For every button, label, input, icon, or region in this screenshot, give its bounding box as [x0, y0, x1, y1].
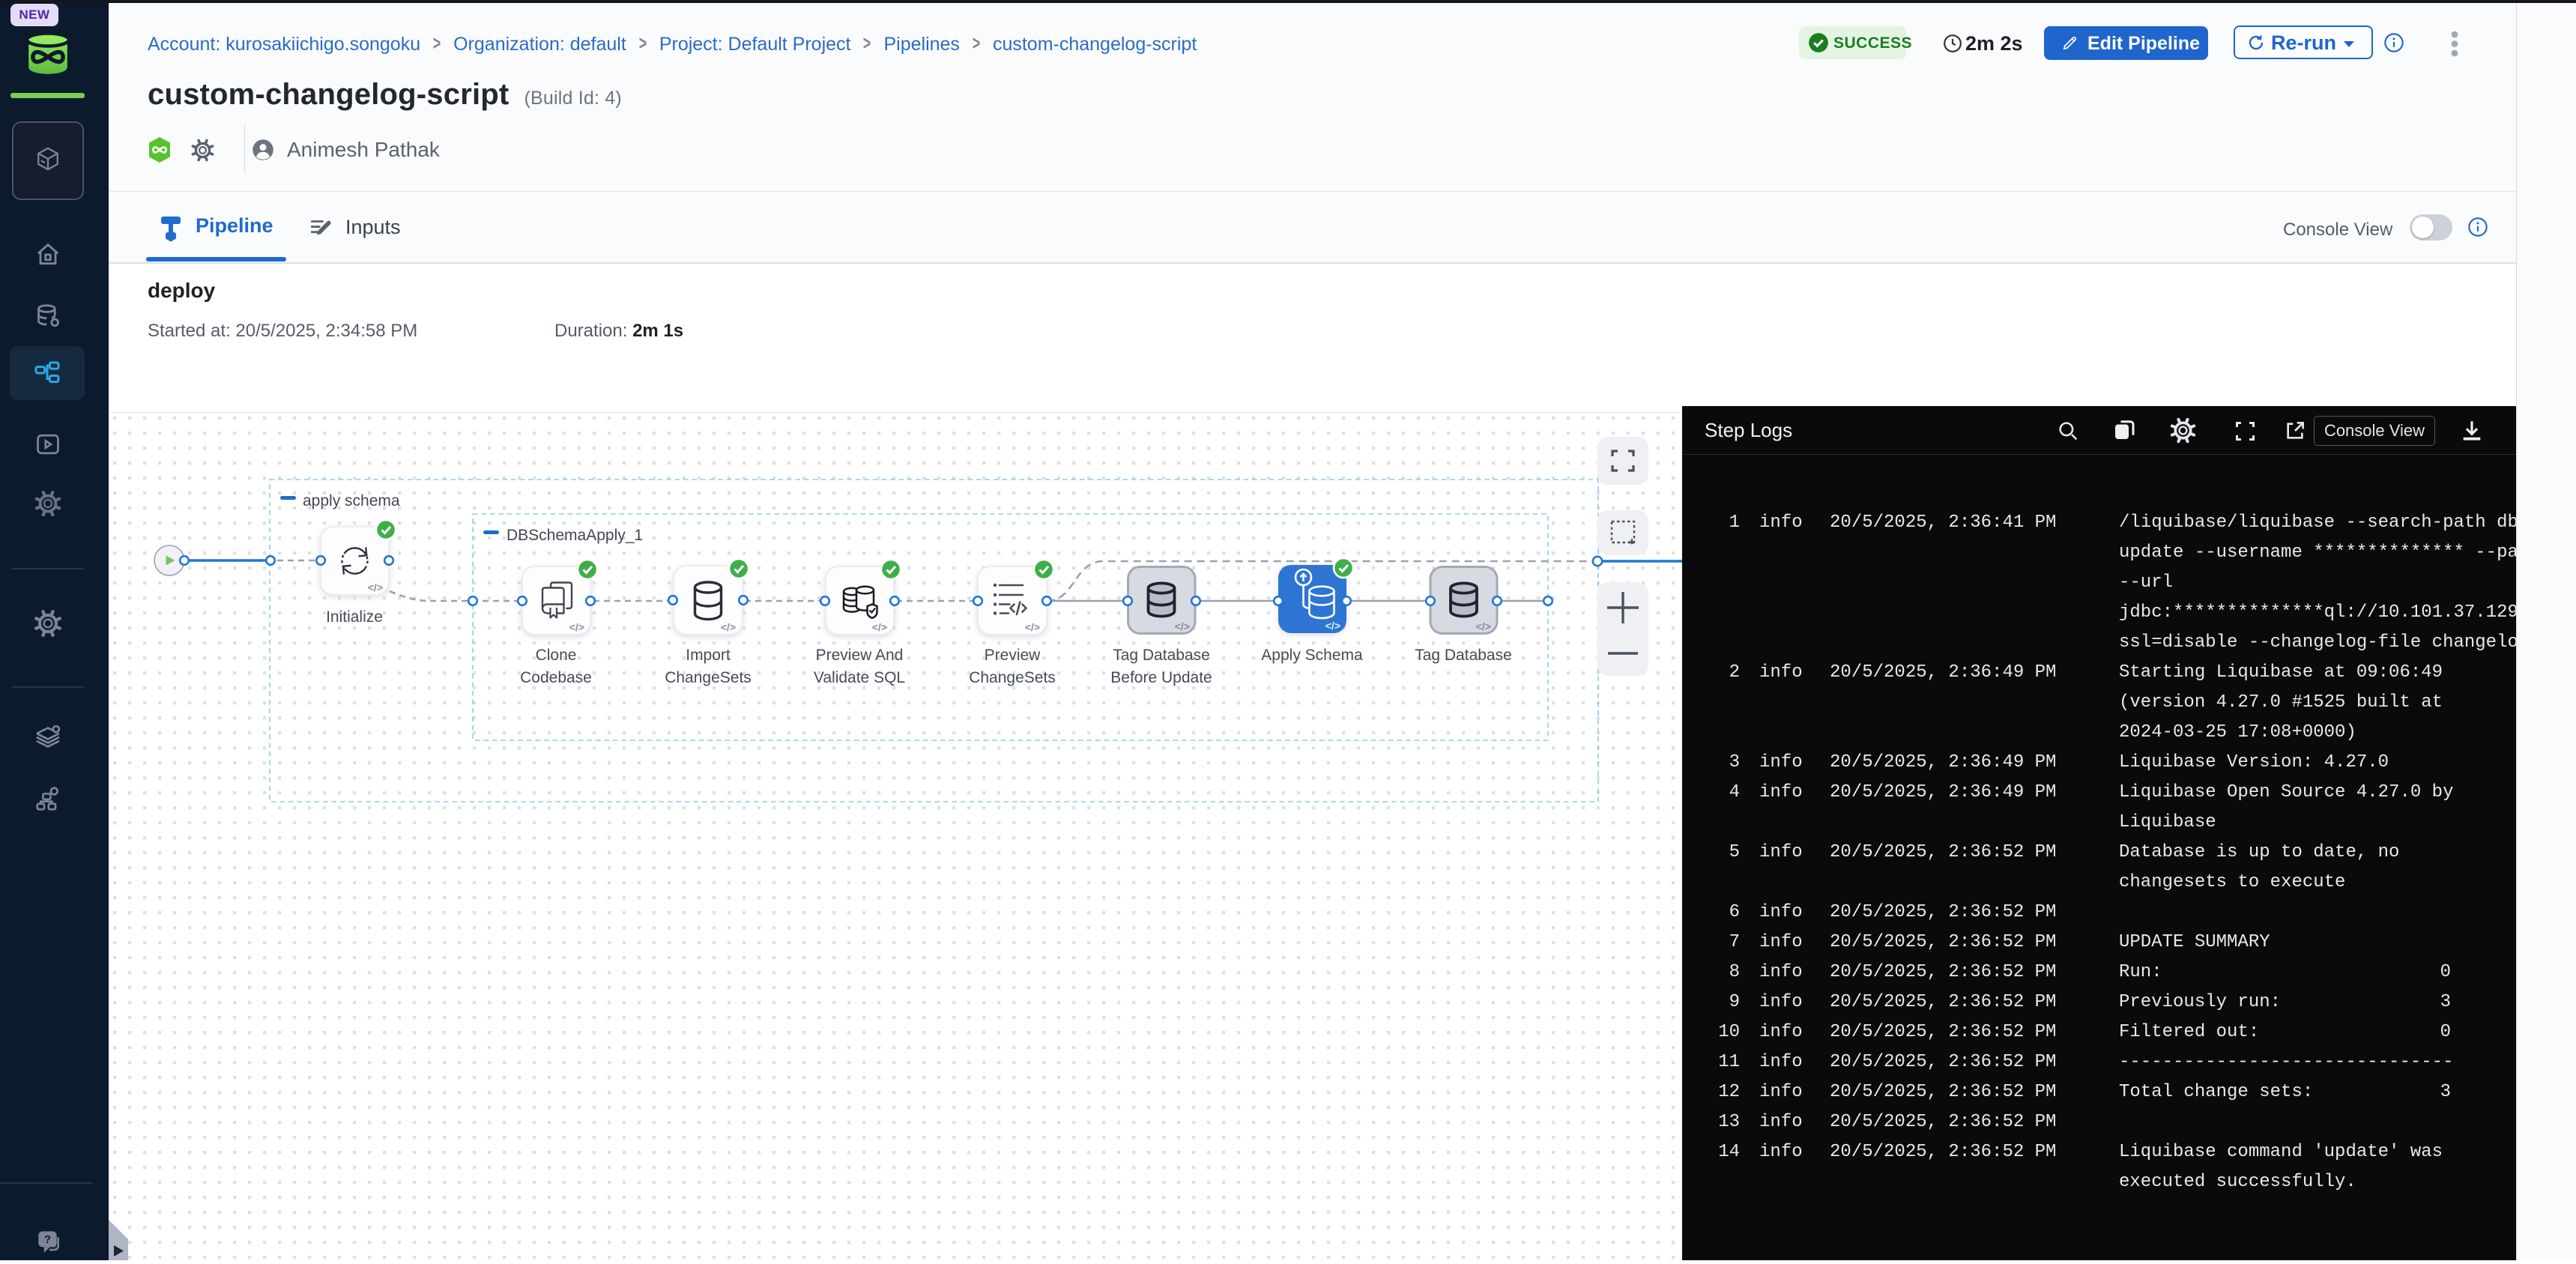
svg-text:?: ? [44, 1233, 51, 1246]
svg-text:DBSchemaApply_1: DBSchemaApply_1 [507, 527, 643, 544]
svg-text:</>: </> [1476, 620, 1491, 632]
svg-text:ChangeSets: ChangeSets [665, 669, 752, 686]
svg-text:Import: Import [686, 647, 731, 664]
svg-text:Clone: Clone [536, 647, 577, 664]
svg-text:</>: </> [1325, 620, 1340, 632]
svg-text:Tag Database: Tag Database [1113, 647, 1210, 664]
svg-text:Apply Schema: Apply Schema [1261, 647, 1363, 664]
svg-text:Preview And: Preview And [816, 647, 904, 664]
svg-text:Codebase: Codebase [520, 669, 592, 686]
svg-text:</>: </> [721, 621, 736, 633]
svg-text:Validate SQL: Validate SQL [814, 669, 905, 686]
svg-text:</>: </> [872, 621, 887, 633]
svg-text:Initialize: Initialize [326, 608, 383, 626]
svg-text:</>: </> [1175, 620, 1190, 632]
svg-text:ChangeSets: ChangeSets [969, 669, 1056, 686]
svg-text:Tag Database: Tag Database [1415, 647, 1512, 664]
svg-text:</>: </> [1025, 621, 1040, 633]
svg-text:</>: </> [368, 581, 383, 593]
svg-text:Preview: Preview [985, 647, 1041, 664]
svg-text:Before Update: Before Update [1110, 669, 1212, 686]
svg-text:apply schema: apply schema [303, 492, 400, 509]
svg-text:</>: </> [569, 621, 584, 633]
